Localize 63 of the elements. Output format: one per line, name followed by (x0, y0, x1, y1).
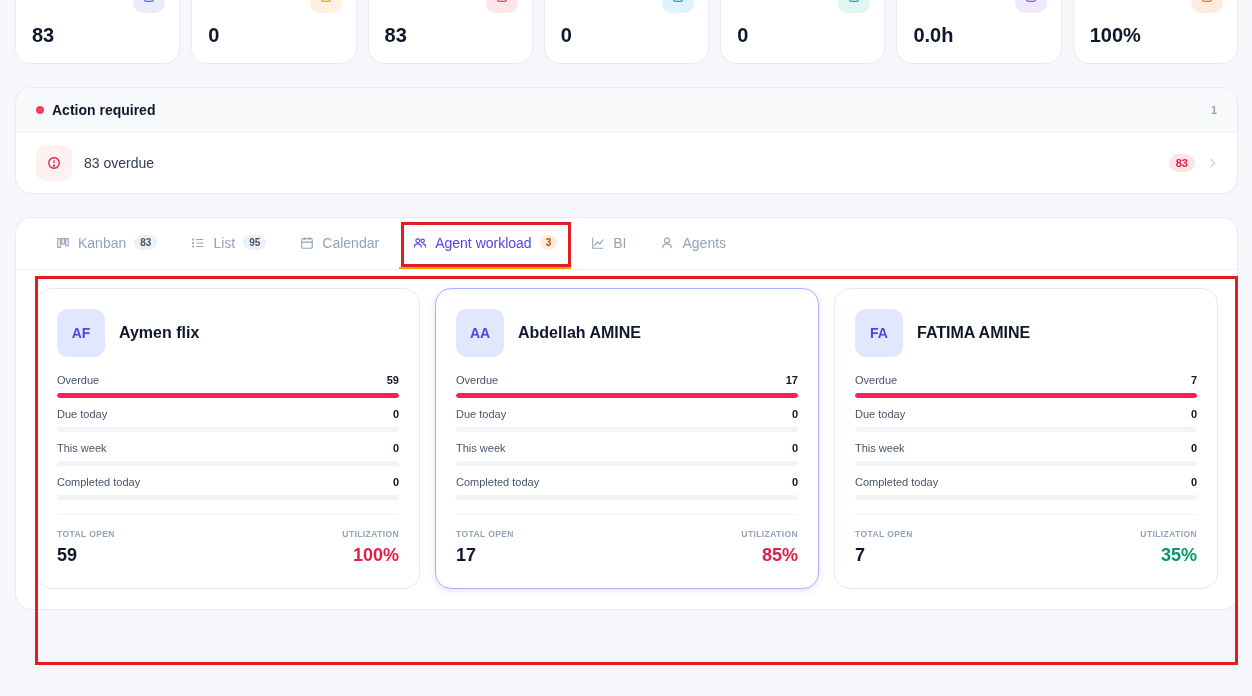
metric-label: This week (855, 442, 905, 454)
tab[interactable]: Kanban 83 (42, 218, 172, 269)
stat-value: 0 (560, 24, 572, 46)
stat-value: 83 (32, 24, 55, 46)
utilization-value: 35% (1159, 545, 1197, 566)
metric-value: 0 (1190, 408, 1197, 420)
agent-name: Abdellah AMINE (518, 324, 641, 342)
item-label: 83 overdue (84, 155, 155, 171)
metric-label: Due today (855, 408, 906, 420)
metric-label: Overdue (456, 374, 499, 386)
agent-name: Aymen flix (119, 324, 200, 342)
metric-label: This week (456, 442, 506, 454)
total-open-value: 59 (57, 545, 79, 566)
avatar: FA (855, 309, 903, 357)
agent-name: FATIMA AMINE (917, 324, 1031, 342)
metric-label: Completed today (57, 476, 141, 488)
metric-value: 7 (1190, 374, 1197, 386)
metric-label: Due today (456, 408, 507, 420)
metric-value: 17 (785, 374, 798, 386)
action-item[interactable]: 83 overdue 83 (16, 133, 1237, 193)
count-badge: 83 (1168, 154, 1195, 172)
stat-value: 100% (1089, 24, 1141, 46)
metric-value: 0 (392, 408, 399, 420)
stat-value: 0 (737, 24, 749, 46)
metric-value: 0 (1190, 442, 1197, 454)
metric-value: 0 (791, 408, 798, 420)
stat-label: TOTAL OPEN (855, 529, 913, 539)
agent-card[interactable]: FA FATIMA AMINE Overdue 7 Due today 0 This week 0 Completed today 0 TOTAL OPEN 7 UTILIZATION 35% (834, 288, 1218, 589)
stat-label: TOTAL OPEN (57, 529, 115, 539)
item-count: 1 (1210, 104, 1217, 116)
count-badge: 95 (243, 235, 267, 250)
metric-value: 0 (1190, 476, 1197, 488)
stat-label: UTILIZATION (1140, 529, 1197, 539)
stat-value: 0 (208, 24, 220, 46)
metric-value: 0 (791, 442, 798, 454)
tab[interactable]: List 95 (177, 218, 281, 269)
metric-label: Completed today (855, 476, 939, 488)
tab[interactable]: Agent workload 3 (399, 218, 572, 269)
metric-value: 0 (791, 476, 798, 488)
metric-label: This week (57, 442, 107, 454)
panel-title: Action required (52, 102, 156, 118)
stat-label: UTILIZATION (342, 529, 399, 539)
avatar: AF (57, 309, 105, 357)
stat-value: 0.0h (913, 24, 954, 46)
utilization-value: 85% (760, 545, 798, 566)
metric-value: 0 (392, 442, 399, 454)
metric-value: 59 (386, 374, 399, 386)
agent-card[interactable]: AA Abdellah AMINE Overdue 17 Due today 0 This week 0 Completed today 0 TOTAL OPEN 17 UTILIZATION 85% (435, 288, 819, 589)
agent-card[interactable]: AF Aymen flix Overdue 59 Due today 0 This week 0 Completed today 0 TOTAL OPEN 59 UTILIZATION 100% (36, 288, 420, 589)
metric-label: Due today (57, 408, 108, 420)
total-open-value: 17 (456, 545, 478, 566)
metric-value: 0 (392, 476, 399, 488)
utilization-value: 100% (351, 545, 399, 566)
stat-label: UTILIZATION (741, 529, 798, 539)
count-badge: 3 (539, 235, 558, 250)
avatar: AA (456, 309, 504, 357)
total-open-value: 7 (855, 545, 866, 566)
stat-value: 83 (384, 24, 407, 46)
metric-label: Overdue (855, 374, 898, 386)
metric-label: Completed today (456, 476, 540, 488)
metric-label: Overdue (57, 374, 100, 386)
count-badge: 83 (134, 235, 158, 250)
stat-label: TOTAL OPEN (456, 529, 514, 539)
